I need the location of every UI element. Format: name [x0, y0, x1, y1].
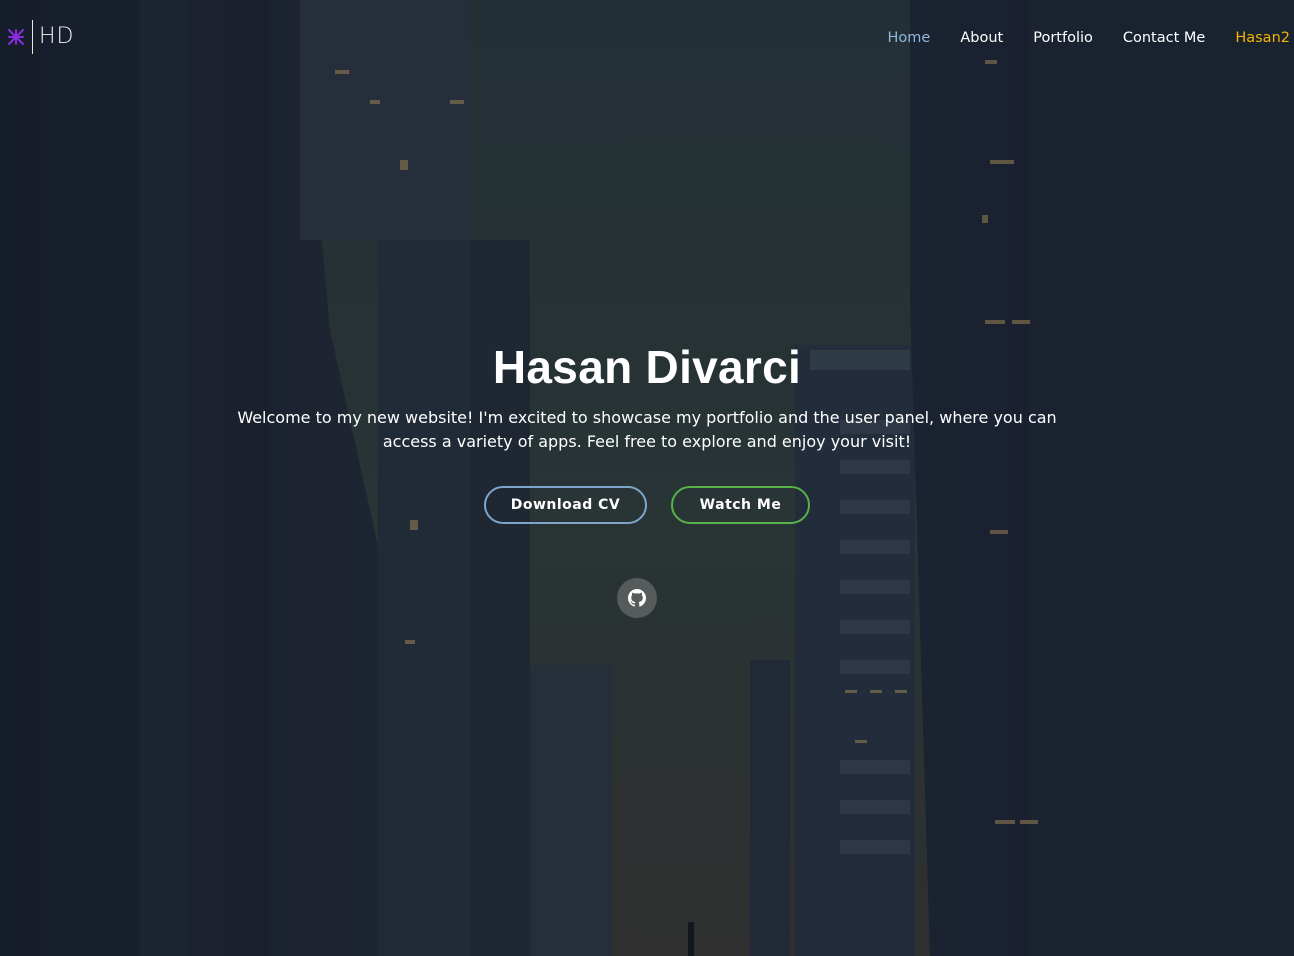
hero-subtitle: Welcome to my new website! I'm excited t… [237, 408, 1057, 451]
hero-title: Hasan Divarci [492, 341, 802, 393]
nav-user-account[interactable]: Hasan2 [1235, 27, 1290, 49]
nav-contact-me[interactable]: Contact Me [1123, 27, 1205, 49]
github-link[interactable] [617, 578, 657, 618]
nav-home[interactable]: Home [888, 27, 931, 49]
logo-text: HD [39, 24, 75, 49]
nav-about[interactable]: About [960, 27, 1003, 49]
watch-me-button[interactable]: Watch Me [671, 486, 810, 524]
logo-mark-icon [6, 27, 26, 47]
nav-portfolio[interactable]: Portfolio [1033, 27, 1093, 49]
site-logo[interactable]: HD [6, 18, 90, 56]
main-navigation: Home About Portfolio Contact Me Hasan2 [858, 27, 1290, 49]
logo-divider [32, 20, 33, 54]
github-icon [628, 589, 646, 607]
download-cv-button[interactable]: Download CV [484, 486, 647, 524]
hero-section: Hasan Divarci Welcome to my new website!… [0, 336, 1294, 454]
background-overlay [0, 0, 1294, 956]
hero-buttons: Download CV Watch Me [0, 486, 1294, 524]
